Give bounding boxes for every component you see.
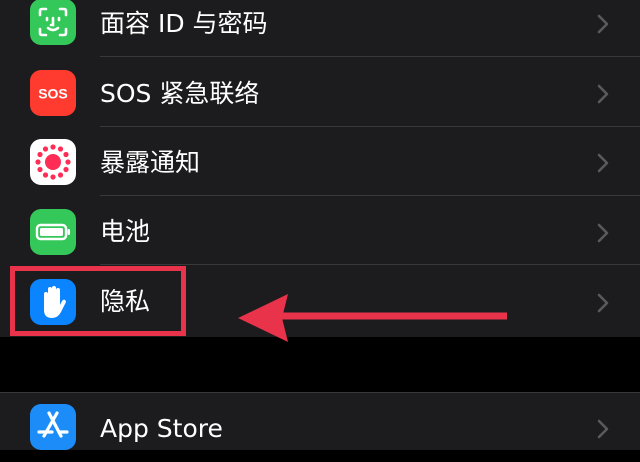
row-separator [100, 264, 640, 265]
chevron-right-icon [596, 292, 610, 314]
chevron-right-icon [596, 13, 610, 35]
app-store-icon [30, 404, 76, 450]
chevron-right-icon [596, 83, 610, 105]
settings-row-battery[interactable]: 电池 [0, 196, 640, 265]
row-separator [100, 56, 640, 57]
settings-row-exposure[interactable]: 暴露通知 [0, 127, 640, 196]
settings-row-label: 面容 ID 与密码 [100, 9, 268, 38]
settings-row-label: SOS 紧急联络 [100, 79, 260, 108]
highlight-box [10, 266, 186, 336]
exposure-notification-icon [30, 139, 76, 185]
chevron-right-icon [596, 418, 610, 440]
face-id-icon [30, 0, 76, 45]
settings-row-sos[interactable]: SOS SOS 紧急联络 [0, 58, 640, 127]
battery-icon [30, 209, 76, 255]
settings-row-label: 电池 [100, 217, 151, 246]
chevron-right-icon [596, 152, 610, 174]
svg-text:SOS: SOS [38, 86, 68, 102]
settings-row-face-id[interactable]: 面容 ID 与密码 [0, 0, 640, 57]
settings-group-2: App Store [0, 392, 640, 450]
settings-row-label: App Store [100, 414, 223, 443]
sos-icon: SOS [30, 70, 76, 116]
pointer-arrow [238, 294, 507, 342]
settings-row-label: 暴露通知 [100, 148, 201, 177]
chevron-right-icon [596, 222, 610, 244]
settings-row-app-store[interactable]: App Store [0, 393, 640, 462]
